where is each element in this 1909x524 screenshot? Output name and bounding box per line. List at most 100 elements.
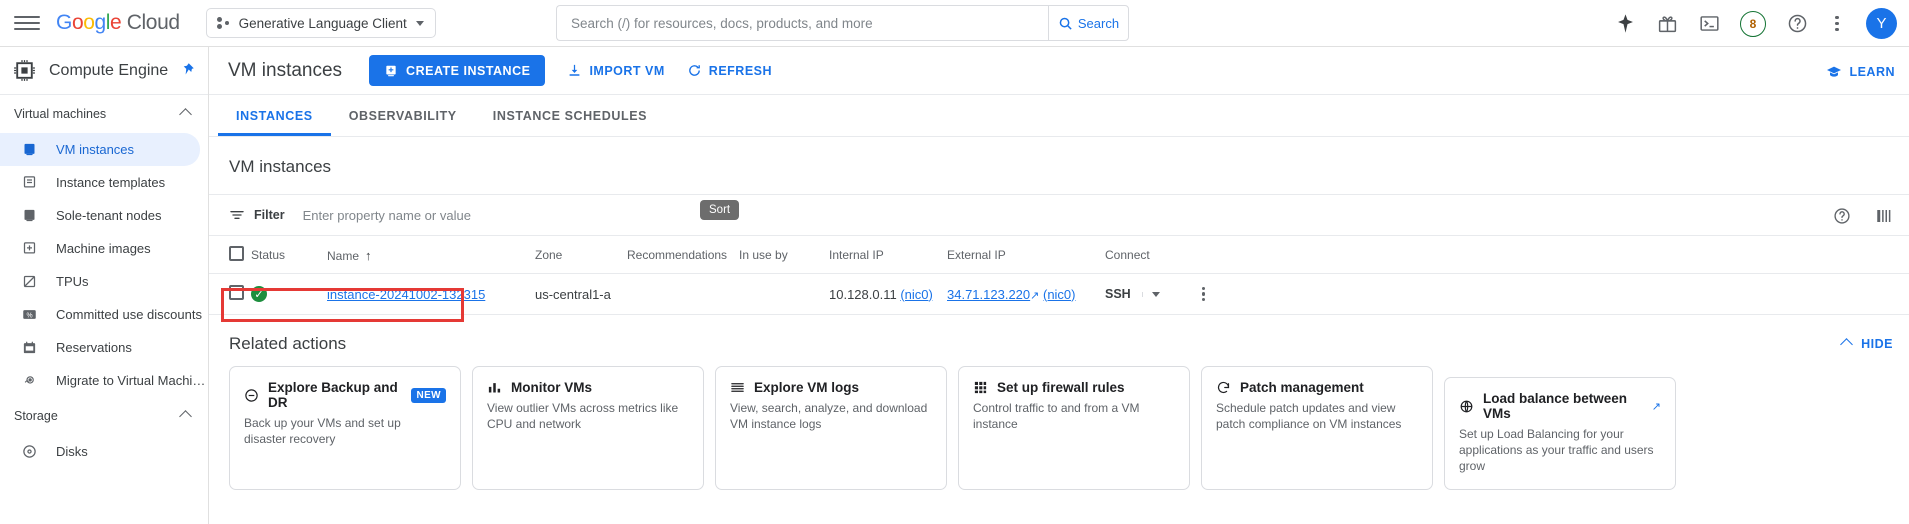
gift-icon[interactable] [1656, 13, 1678, 35]
internal-nic-link[interactable]: (nic0) [900, 287, 933, 302]
sidebar-item-instance-templates[interactable]: Instance templates [0, 166, 208, 199]
card-header: Set up firewall rules [973, 380, 1175, 395]
project-dots-icon [216, 16, 230, 30]
select-all-header [209, 236, 251, 274]
row-name-cell: instance-20241002-132315 [327, 273, 535, 315]
card-header: Load balance between VMs ↗ [1459, 391, 1661, 421]
help-circle-icon[interactable] [1833, 207, 1851, 225]
refresh-icon [687, 63, 702, 78]
tab-instances[interactable]: INSTANCES [218, 95, 331, 136]
tab-observability[interactable]: OBSERVABILITY [331, 95, 475, 136]
google-cloud-logo[interactable]: Google Cloud [56, 11, 180, 35]
search-input-box[interactable] [556, 5, 1048, 41]
column-header-status[interactable]: Status [251, 236, 327, 274]
column-header-name-label: Name [327, 248, 360, 263]
pin-icon[interactable] [180, 62, 195, 77]
machine-image-icon [20, 240, 38, 258]
sidebar-item-label: Disks [56, 444, 88, 459]
free-credits-badge[interactable]: 8 [1740, 10, 1766, 37]
sidebar-item-disks[interactable]: Disks [0, 435, 208, 468]
sidebar-section-storage[interactable]: Storage [0, 397, 208, 435]
hamburger-menu-icon[interactable] [14, 10, 40, 36]
column-header-name[interactable]: Name ↑ [327, 236, 535, 274]
filter-icon[interactable] [229, 207, 245, 223]
column-header-zone[interactable]: Zone [535, 236, 627, 274]
ssh-button[interactable]: SSH [1105, 287, 1142, 301]
filter-input[interactable] [302, 207, 633, 223]
global-search: Search [556, 5, 1129, 41]
sidebar-section-virtual-machines[interactable]: Virtual machines [0, 95, 208, 133]
main-content: VM instances CREATE INSTANCE IMPORT VM R… [209, 47, 1909, 524]
help-circle-icon[interactable] [1786, 13, 1808, 35]
card-load-balance-between-vms[interactable]: Load balance between VMs ↗ Set up Load B… [1444, 377, 1676, 490]
card-patch-management[interactable]: Patch management Schedule patch updates … [1201, 366, 1433, 490]
refresh-button[interactable]: REFRESH [687, 55, 772, 86]
sidebar-item-reservations[interactable]: Reservations [0, 331, 208, 364]
row-recommendations-cell [627, 273, 739, 315]
load-balance-icon [1459, 399, 1474, 414]
column-header-internal-ip[interactable]: Internal IP [829, 236, 947, 274]
table-row[interactable]: ✓ instance-20241002-132315 us-central1-a… [209, 273, 1909, 315]
terminal-icon[interactable] [1698, 13, 1720, 35]
external-ip-link[interactable]: 34.71.123.220 [947, 287, 1030, 302]
search-input[interactable] [571, 15, 1034, 31]
product-title: Compute Engine [49, 61, 169, 79]
column-header-in-use-by[interactable]: In use by [739, 236, 829, 274]
column-header-recommendations[interactable]: Recommendations [627, 236, 739, 274]
chevron-down-icon [1151, 291, 1160, 297]
sidebar-item-label: Machine images [56, 241, 151, 256]
select-all-checkbox[interactable] [229, 246, 244, 261]
import-icon [567, 63, 582, 78]
row-checkbox[interactable] [229, 285, 244, 300]
learn-button[interactable]: LEARN [1826, 56, 1895, 87]
vm-instances-table: Status Name ↑ Zone Recommendations In use… [209, 236, 1909, 315]
kebab-menu-icon[interactable] [1828, 15, 1846, 33]
external-link-icon: ↗ [1651, 400, 1661, 413]
card-title: Monitor VMs [511, 380, 592, 395]
migrate-icon [20, 372, 38, 390]
patch-icon [1216, 380, 1231, 395]
tpu-icon [20, 273, 38, 291]
column-header-external-ip[interactable]: External IP [947, 236, 1105, 274]
instance-name-link[interactable]: instance-20241002-132315 [327, 287, 485, 302]
row-in-use-by-cell [739, 273, 829, 315]
avatar[interactable]: Y [1866, 8, 1897, 39]
import-vm-button[interactable]: IMPORT VM [567, 55, 664, 86]
instances-panel: VM instances Filter Sort [209, 137, 1909, 490]
cloud-wordmark: Cloud [126, 11, 180, 34]
sidebar-item-sole-tenant-nodes[interactable]: Sole-tenant nodes [0, 199, 208, 232]
project-selector[interactable]: Generative Language Client [205, 8, 436, 38]
sparkle-icon[interactable] [1614, 13, 1636, 35]
hide-related-actions-button[interactable]: HIDE [1840, 337, 1893, 351]
section-title: VM instances [229, 157, 332, 176]
filter-bar-actions [1833, 195, 1893, 237]
card-explore-vm-logs[interactable]: Explore VM logs View, search, analyze, a… [715, 366, 947, 490]
status-running-icon: ✓ [251, 286, 267, 303]
sidebar-item-committed-use-discounts[interactable]: % Committed use discounts [0, 298, 208, 331]
column-display-icon[interactable] [1875, 207, 1893, 225]
card-monitor-vms[interactable]: Monitor VMs View outlier VMs across metr… [472, 366, 704, 490]
card-description: View outlier VMs across metrics like CPU… [487, 401, 679, 432]
sole-tenant-icon [20, 207, 38, 225]
card-title: Patch management [1240, 380, 1364, 395]
sidebar-item-migrate-to-virtual-machines[interactable]: Migrate to Virtual Machin… [0, 364, 208, 397]
external-nic-link[interactable]: (nic0) [1043, 287, 1076, 302]
sidebar-item-vm-instances[interactable]: VM instances [0, 133, 200, 166]
import-vm-label: IMPORT VM [589, 63, 665, 78]
card-set-up-firewall-rules[interactable]: Set up firewall rules Control traffic to… [958, 366, 1190, 490]
sidebar-item-machine-images[interactable]: Machine images [0, 232, 208, 265]
graduation-cap-icon [1826, 64, 1842, 80]
project-name-label: Generative Language Client [238, 15, 407, 31]
row-actions-kebab-icon[interactable] [1195, 285, 1213, 303]
sidebar-item-label: Committed use discounts [56, 307, 202, 322]
ssh-dropdown-button[interactable] [1141, 291, 1169, 297]
row-zone-cell: us-central1-a [535, 273, 627, 315]
create-instance-button[interactable]: CREATE INSTANCE [369, 55, 546, 86]
tab-instance-schedules[interactable]: INSTANCE SCHEDULES [475, 95, 665, 136]
sidebar-item-tpus[interactable]: TPUs [0, 265, 208, 298]
search-button[interactable]: Search [1048, 5, 1129, 41]
row-select-cell [209, 273, 251, 315]
column-header-connect: Connect [1105, 236, 1909, 274]
card-explore-backup-and-dr[interactable]: Explore Backup and DR NEW Back up your V… [229, 366, 461, 490]
card-description: View, search, analyze, and download VM i… [730, 401, 928, 432]
